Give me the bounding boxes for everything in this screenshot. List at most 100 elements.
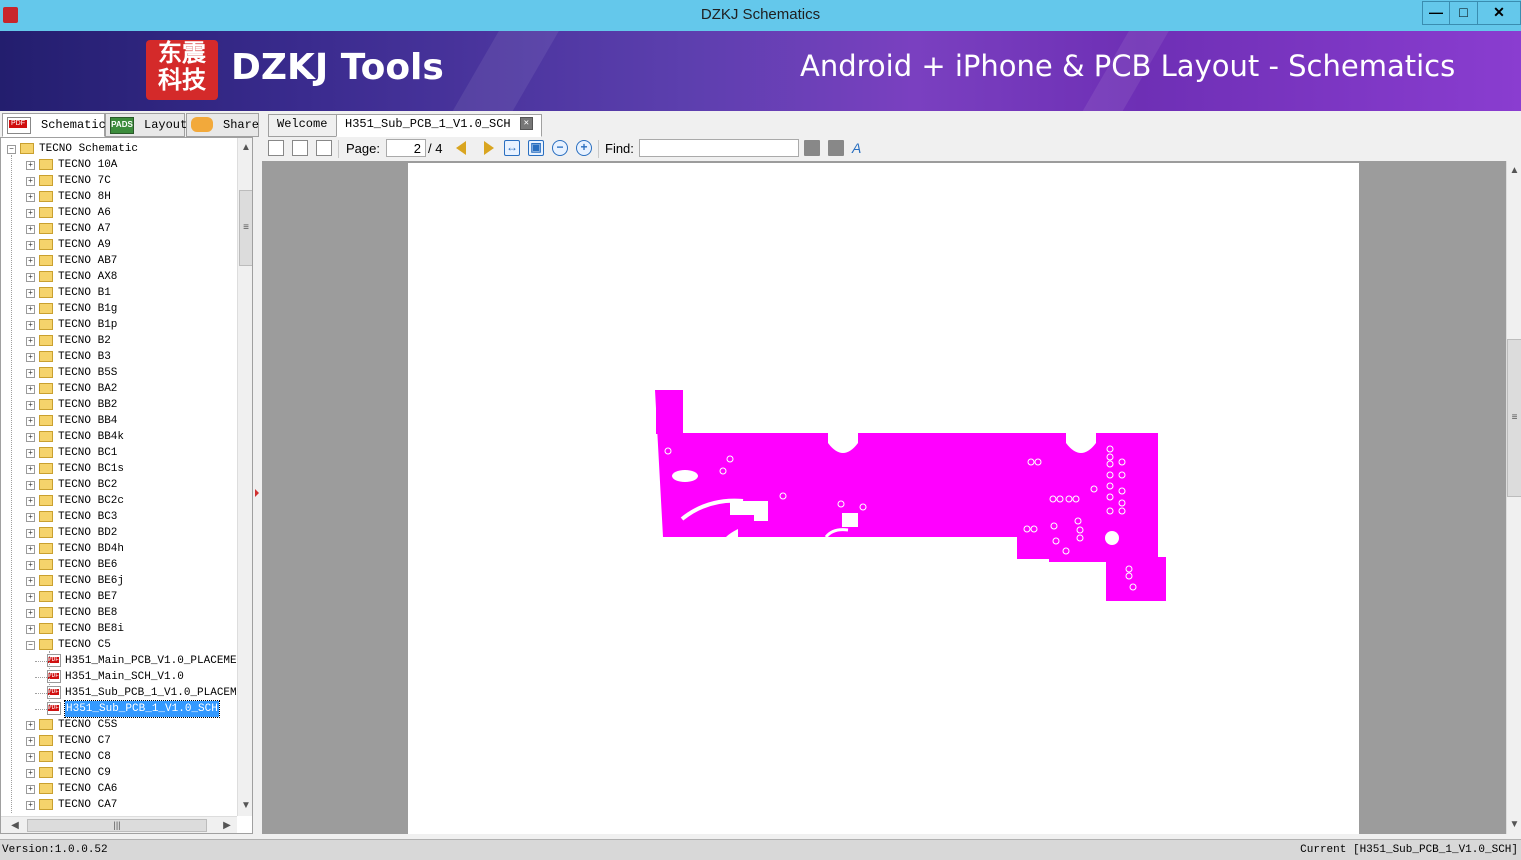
tree-folder-item[interactable]: + TECNO BE8i [1, 621, 237, 637]
expand-icon[interactable]: + [26, 577, 35, 586]
expand-icon[interactable]: + [26, 209, 35, 218]
tree-folder-item[interactable]: + TECNO C9 [1, 765, 237, 781]
tree-folder-item[interactable]: + TECNO BB2 [1, 397, 237, 413]
tree-folder-item[interactable]: + TECNO CA7 [1, 797, 237, 813]
expand-icon[interactable]: + [26, 545, 35, 554]
collapse-arrow-icon[interactable] [255, 489, 259, 497]
minimize-button[interactable]: — [1422, 1, 1449, 25]
expand-icon[interactable]: + [26, 561, 35, 570]
expand-icon[interactable]: + [26, 785, 35, 794]
tree-vertical-scrollbar[interactable]: ▲ ≡ ▼ [237, 138, 252, 816]
collapse-icon[interactable]: − [26, 641, 35, 650]
tree-folder-item[interactable]: + TECNO B1g [1, 301, 237, 317]
find-input[interactable] [639, 139, 799, 157]
tree-folder-item[interactable]: − TECNO C5 [1, 637, 237, 653]
expand-icon[interactable]: + [26, 385, 35, 394]
open-document-icon[interactable] [268, 140, 284, 156]
tab-schematic[interactable]: Schematic [2, 113, 106, 137]
close-button[interactable]: ✕ [1477, 1, 1521, 25]
tree-folder-item[interactable]: + TECNO BC2c [1, 493, 237, 509]
tree-folder-item[interactable]: + TECNO BD2 [1, 525, 237, 541]
tab-layout[interactable]: PADS Layout [105, 113, 187, 137]
expand-icon[interactable]: + [26, 305, 35, 314]
scroll-down-arrow[interactable]: ▼ [1507, 817, 1521, 833]
tree-folder-item[interactable]: + TECNO BC3 [1, 509, 237, 525]
next-page-icon[interactable] [484, 141, 494, 155]
expand-icon[interactable]: + [26, 497, 35, 506]
expand-icon[interactable]: + [26, 433, 35, 442]
expand-icon[interactable]: + [26, 721, 35, 730]
expand-icon[interactable]: + [26, 273, 35, 282]
document-vertical-scrollbar[interactable]: ▲ ≡ ▼ [1506, 161, 1521, 834]
tree-folder-item[interactable]: + TECNO CA6 [1, 781, 237, 797]
tree-folder-item[interactable]: + TECNO BD4h [1, 541, 237, 557]
tree-folder-item[interactable]: + TECNO C8 [1, 749, 237, 765]
scroll-up-arrow[interactable]: ▲ [238, 140, 252, 156]
expand-icon[interactable]: + [26, 801, 35, 810]
find-next-icon[interactable] [828, 140, 844, 156]
scroll-left-arrow[interactable]: ◀ [7, 818, 23, 833]
expand-icon[interactable]: + [26, 753, 35, 762]
scroll-up-arrow[interactable]: ▲ [1507, 163, 1521, 179]
expand-icon[interactable]: + [26, 177, 35, 186]
highlight-text-icon[interactable]: A [852, 140, 868, 156]
expand-icon[interactable]: + [26, 353, 35, 362]
expand-icon[interactable]: + [26, 193, 35, 202]
tree-folder-item[interactable]: + TECNO A9 [1, 237, 237, 253]
tree-file-item[interactable]: H351_Main_PCB_V1.0_PLACEMEN [1, 653, 243, 669]
expand-icon[interactable]: + [26, 289, 35, 298]
expand-icon[interactable]: + [26, 401, 35, 410]
expand-icon[interactable]: + [26, 257, 35, 266]
expand-icon[interactable]: + [26, 593, 35, 602]
tree-folder-item[interactable]: + TECNO A7 [1, 221, 237, 237]
close-tab-icon[interactable]: ✕ [519, 117, 533, 131]
tree-folder-item[interactable]: + TECNO BE7 [1, 589, 237, 605]
tree-folder-item[interactable]: + TECNO BA2 [1, 381, 237, 397]
document-viewer[interactable] [262, 161, 1506, 834]
tree-folder-item[interactable]: + TECNO A6 [1, 205, 237, 221]
tree-folder-item[interactable]: + TECNO C7 [1, 733, 237, 749]
tree-scroll-thumb[interactable]: ≡ [239, 190, 252, 266]
tree-file-item[interactable]: H351_Main_SCH_V1.0 [1, 669, 237, 685]
expand-icon[interactable]: + [26, 529, 35, 538]
expand-icon[interactable]: + [26, 225, 35, 234]
tree-folder-item[interactable]: − TECNO Schematic [1, 141, 237, 157]
tab-welcome[interactable]: Welcome [268, 114, 342, 137]
tree-folder-item[interactable]: + TECNO BB4 [1, 413, 237, 429]
tree-file-item[interactable]: H351_Sub_PCB_1_V1.0_SCH [1, 700, 237, 718]
previous-page-icon[interactable] [456, 141, 466, 155]
expand-icon[interactable]: + [26, 737, 35, 746]
tree-folder-item[interactable]: + TECNO B1 [1, 285, 237, 301]
expand-icon[interactable]: + [26, 321, 35, 330]
expand-icon[interactable]: + [26, 417, 35, 426]
tree-hscroll-thumb[interactable]: ||| [27, 819, 207, 832]
expand-icon[interactable]: + [26, 625, 35, 634]
copy-document-icon[interactable] [292, 140, 308, 156]
tree-folder-item[interactable]: + TECNO BC2 [1, 477, 237, 493]
tab-share[interactable]: Share [186, 113, 259, 137]
tree-folder-item[interactable]: + TECNO 7C [1, 173, 237, 189]
tree-folder-item[interactable]: + TECNO 8H [1, 189, 237, 205]
expand-icon[interactable]: + [26, 241, 35, 250]
export-document-icon[interactable] [316, 140, 332, 156]
document-scroll-thumb[interactable]: ≡ [1507, 339, 1521, 497]
zoom-out-icon[interactable]: − [552, 140, 568, 156]
tree-folder-item[interactable]: + TECNO BE6 [1, 557, 237, 573]
fit-page-icon[interactable]: ▣ [528, 140, 544, 156]
tree-folder-item[interactable]: + TECNO B2 [1, 333, 237, 349]
tree-folder-item[interactable]: + TECNO AB7 [1, 253, 237, 269]
tree-file-item[interactable]: H351_Sub_PCB_1_V1.0_PLACEME [1, 685, 243, 701]
tab-current-document[interactable]: H351_Sub_PCB_1_V1.0_SCH ✕ [336, 114, 542, 137]
scroll-right-arrow[interactable]: ▶ [219, 818, 235, 833]
tree-folder-item[interactable]: + TECNO B3 [1, 349, 237, 365]
expand-icon[interactable]: + [26, 161, 35, 170]
tree-folder-item[interactable]: + TECNO BE6j [1, 573, 237, 589]
tree-folder-item[interactable]: + TECNO 10A [1, 157, 237, 173]
collapse-icon[interactable]: − [7, 145, 16, 154]
tree-folder-item[interactable]: + TECNO BC1 [1, 445, 237, 461]
tree-folder-item[interactable]: + TECNO BC1s [1, 461, 237, 477]
expand-icon[interactable]: + [26, 513, 35, 522]
tree-horizontal-scrollbar[interactable]: ◀ ||| ▶ [1, 816, 237, 833]
expand-icon[interactable]: + [26, 337, 35, 346]
scroll-down-arrow[interactable]: ▼ [238, 798, 252, 814]
